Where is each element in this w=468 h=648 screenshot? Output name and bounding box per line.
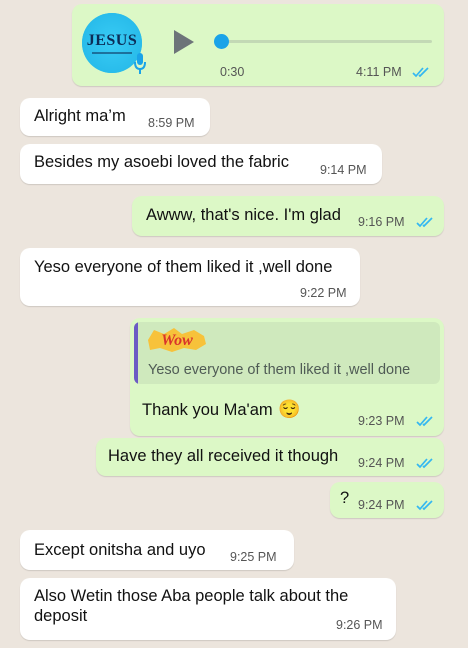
message-text: Besides my asoebi loved the fabric	[34, 153, 289, 171]
outgoing-message[interactable]: Have they all received it though 9:24 PM	[96, 438, 444, 476]
voice-note-bubble[interactable]: JESUS 0:30 4:11 PM	[72, 4, 444, 86]
message-text: Yeso everyone of them liked it ,well don…	[34, 258, 333, 276]
read-ticks-icon	[416, 216, 436, 228]
message-time: 9:14 PM	[320, 163, 367, 177]
message-time: 9:22 PM	[300, 286, 347, 300]
outgoing-reply-message[interactable]: Wow Yeso everyone of them liked it ,well…	[130, 318, 444, 436]
wow-sticker-icon: Wow	[146, 328, 208, 352]
read-ticks-icon	[416, 457, 436, 469]
incoming-message[interactable]: Except onitsha and uyo 9:25 PM	[20, 530, 294, 570]
avatar-text: JESUS	[86, 32, 138, 49]
read-ticks-icon	[416, 499, 436, 511]
message-time: 8:59 PM	[148, 116, 195, 130]
quote-bar	[134, 322, 138, 384]
outgoing-message[interactable]: Awww, that's nice. I'm glad 9:16 PM	[132, 196, 444, 236]
message-time: 9:24 PM	[358, 456, 405, 470]
message-time: 9:24 PM	[358, 498, 405, 512]
voice-progress-knob[interactable]	[214, 34, 229, 49]
quoted-text: Yeso everyone of them liked it ,well don…	[148, 362, 411, 378]
message-time: 9:25 PM	[230, 550, 277, 564]
play-icon[interactable]	[172, 28, 196, 56]
quoted-message[interactable]: Wow Yeso everyone of them liked it ,well…	[134, 322, 440, 384]
read-ticks-icon	[416, 415, 436, 427]
outgoing-message[interactable]: ? 9:24 PM	[330, 482, 444, 518]
incoming-message[interactable]: Alright ma’m 8:59 PM	[20, 98, 210, 136]
incoming-message[interactable]: Besides my asoebi loved the fabric 9:14 …	[20, 144, 382, 184]
mic-icon	[133, 52, 147, 76]
message-text: Alright ma’m	[34, 107, 126, 125]
voice-duration: 0:30	[220, 65, 245, 79]
message-text: ?	[340, 489, 350, 507]
message-text: Also Wetin those Aba people talk about t…	[34, 587, 349, 625]
message-text: Awww, that's nice. I'm glad	[146, 206, 341, 224]
message-time: 9:16 PM	[358, 215, 405, 229]
read-ticks-icon	[412, 66, 432, 78]
message-text: Except onitsha and uyo	[34, 541, 206, 559]
incoming-message[interactable]: Yeso everyone of them liked it ,well don…	[20, 248, 360, 306]
svg-text:Wow: Wow	[161, 332, 193, 349]
message-text: Thank you Ma'am	[142, 401, 273, 419]
message-text: Have they all received it though	[108, 447, 339, 465]
message-time: 4:11 PM	[356, 65, 402, 79]
incoming-message[interactable]: Also Wetin those Aba people talk about t…	[20, 578, 396, 640]
voice-progress-track[interactable]	[214, 34, 432, 49]
message-time: 9:23 PM	[358, 414, 405, 428]
relieved-emoji-icon: 😌	[278, 399, 301, 419]
message-time: 9:26 PM	[336, 618, 383, 632]
